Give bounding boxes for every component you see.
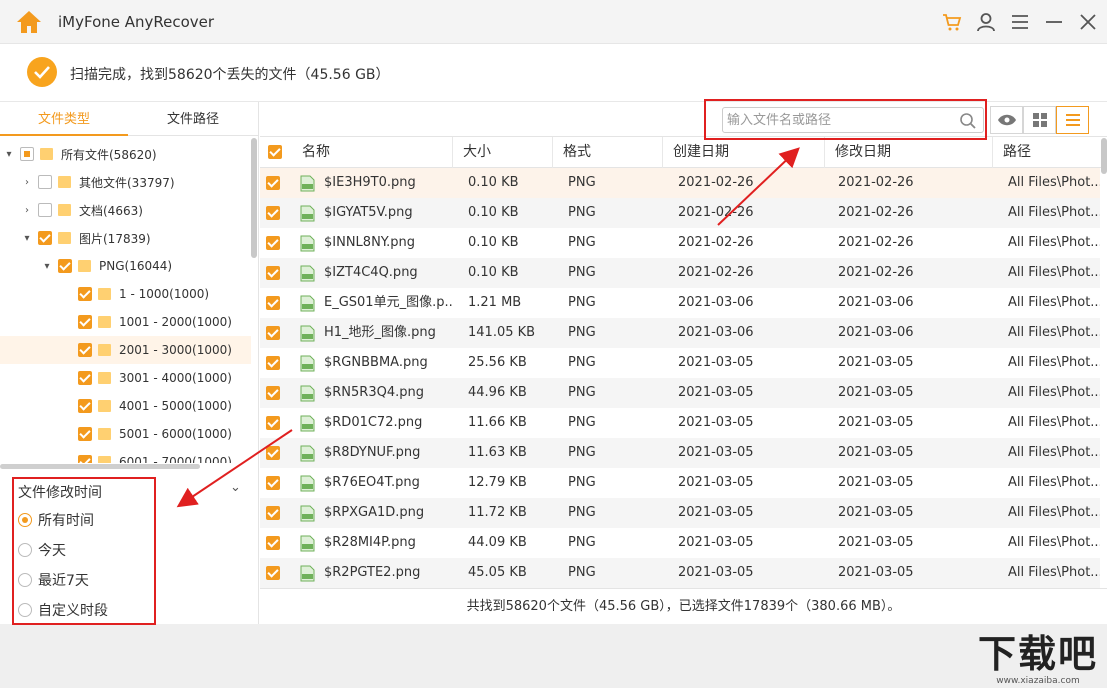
- app-window: iMyFone AnyRecover 扫描完成，找到58620个丢失的文件（45…: [0, 0, 1107, 625]
- watermark-site: www.xiazaiba.com: [996, 676, 1080, 686]
- annotation-arrow-search: [717, 147, 800, 226]
- watermark-text: 下载吧: [977, 632, 1098, 676]
- annotation-arrows: [176, 147, 800, 508]
- annotation-arrow-filter: [176, 429, 293, 508]
- watermark-logo: 下载吧 www.xiazaiba.com: [972, 632, 1104, 688]
